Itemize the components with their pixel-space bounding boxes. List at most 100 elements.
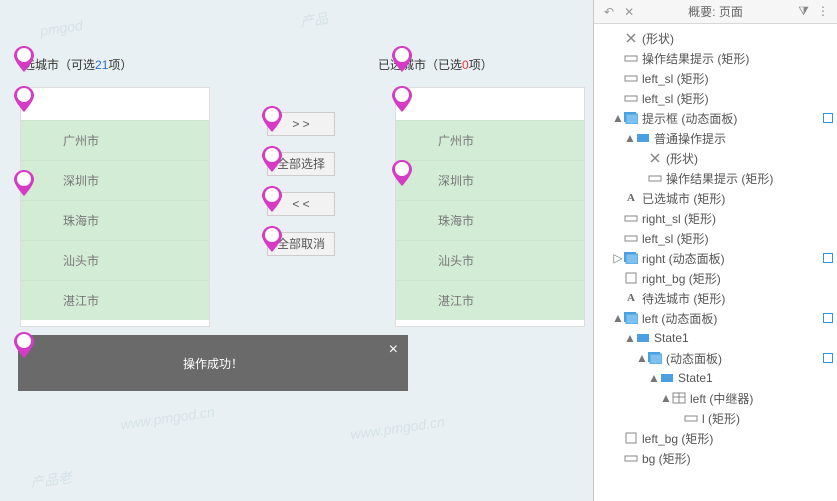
tree-row[interactable]: ▲ left (动态面板) <box>594 308 837 328</box>
tree-row[interactable]: bg (矩形) <box>594 448 837 468</box>
tree-row[interactable]: ▲ State1 <box>594 328 837 348</box>
outline-panel: ↶ ✕ 概要: 页面 ⧩ ⋮ (形状)操作结果提示 (矩形)left_sl (矩… <box>593 0 837 501</box>
outline-tree[interactable]: (形状)操作结果提示 (矩形)left_sl (矩形)left_sl (矩形)▲… <box>594 24 837 501</box>
tree-label: right_bg (矩形) <box>642 270 721 287</box>
undo-icon[interactable]: ↶ <box>604 5 614 19</box>
annotation-marker: 6 <box>262 186 282 212</box>
toast-close-icon[interactable]: × <box>389 341 398 359</box>
tree-row[interactable]: 操作结果提示 (矩形) <box>594 168 837 188</box>
widget-icon <box>648 351 662 365</box>
tree-row[interactable]: ▷ right (动态面板) <box>594 248 837 268</box>
tree-label: left (中继器) <box>690 390 753 407</box>
widget-icon <box>624 211 638 225</box>
tree-label: 操作结果提示 (矩形) <box>642 50 749 67</box>
svg-text:8: 8 <box>399 50 405 61</box>
tree-toggle-icon[interactable]: ▲ <box>636 351 648 365</box>
svg-text:3: 3 <box>21 174 27 185</box>
widget-icon <box>648 171 662 185</box>
panel-header: ↶ ✕ 概要: 页面 ⧩ ⋮ <box>594 0 837 24</box>
tree-row[interactable]: A待选城市 (矩形) <box>594 288 837 308</box>
tree-toggle-icon[interactable]: ▲ <box>648 371 660 385</box>
svg-text:5: 5 <box>269 150 275 161</box>
list-item[interactable]: 湛江市 <box>21 280 209 320</box>
svg-text:4: 4 <box>269 110 275 121</box>
available-list[interactable]: 广州市深圳市珠海市汕头市湛江市 <box>20 87 210 327</box>
tree-label: right (动态面板) <box>642 250 725 267</box>
widget-icon <box>636 331 650 345</box>
widget-icon <box>624 431 638 445</box>
tree-label: (形状) <box>642 30 674 47</box>
tree-label: left_sl (矩形) <box>642 230 709 247</box>
more-icon[interactable]: ⋮ <box>817 4 829 19</box>
tree-label: State1 <box>654 331 689 345</box>
annotation-marker: 10 <box>392 160 412 186</box>
tree-row[interactable]: ▲ 普通操作提示 <box>594 128 837 148</box>
widget-icon <box>624 31 638 45</box>
toast: 操作成功！ × <box>18 335 408 391</box>
widget-icon <box>624 251 638 265</box>
tree-row[interactable]: left_sl (矩形) <box>594 88 837 108</box>
annotation-marker: 7 <box>262 226 282 252</box>
tree-row[interactable]: ▲(动态面板) <box>594 348 837 368</box>
tree-row[interactable]: (形状) <box>594 28 837 48</box>
list-item[interactable]: 珠海市 <box>396 200 584 240</box>
tree-toggle-icon[interactable]: ▲ <box>612 311 624 325</box>
tree-row[interactable]: (形状) <box>594 148 837 168</box>
annotation-marker: 9 <box>392 86 412 112</box>
widget-icon <box>660 371 674 385</box>
list-item[interactable]: 湛江市 <box>396 280 584 320</box>
tree-row[interactable]: left_sl (矩形) <box>594 68 837 88</box>
tree-row[interactable]: ▲ left (中继器) <box>594 388 837 408</box>
tree-label: 待选城市 (矩形) <box>642 290 725 307</box>
list-item[interactable]: 珠海市 <box>21 200 209 240</box>
list-item[interactable]: 广州市 <box>396 120 584 160</box>
annotation-marker: 3 <box>14 170 34 196</box>
tree-label: l (矩形) <box>702 410 740 427</box>
visibility-toggle[interactable] <box>823 253 833 263</box>
list-item[interactable]: 深圳市 <box>396 160 584 200</box>
svg-text:2: 2 <box>21 90 27 101</box>
svg-text:7: 7 <box>269 230 275 241</box>
tree-row[interactable]: 操作结果提示 (矩形) <box>594 48 837 68</box>
list-item[interactable]: 深圳市 <box>21 160 209 200</box>
widget-icon <box>624 271 638 285</box>
annotation-marker: 5 <box>262 146 282 172</box>
widget-icon <box>636 131 650 145</box>
tree-row[interactable]: left_bg (矩形) <box>594 428 837 448</box>
tree-label: left (动态面板) <box>642 310 717 327</box>
tree-toggle-icon[interactable]: ▲ <box>624 331 636 345</box>
annotation-marker: 4 <box>262 106 282 132</box>
svg-text:6: 6 <box>269 190 275 201</box>
tree-toggle-icon[interactable]: ▲ <box>660 391 672 405</box>
list-item[interactable]: 广州市 <box>21 120 209 160</box>
visibility-toggle[interactable] <box>823 113 833 123</box>
tree-toggle-icon[interactable]: ▲ <box>612 111 624 125</box>
tree-label: State1 <box>678 371 713 385</box>
close-icon[interactable]: ✕ <box>624 5 634 19</box>
tree-row[interactable]: l (矩形) <box>594 408 837 428</box>
tree-label: 普通操作提示 <box>654 130 726 147</box>
selected-list[interactable]: 广州市深圳市珠海市汕头市湛江市 <box>395 87 585 327</box>
tree-row[interactable]: ▲ State1 <box>594 368 837 388</box>
tree-row[interactable]: right_bg (矩形) <box>594 268 837 288</box>
filter-icon[interactable]: ⧩ <box>798 4 809 19</box>
tree-row[interactable]: A已选城市 (矩形) <box>594 188 837 208</box>
annotation-marker: 2 <box>14 86 34 112</box>
tree-row[interactable]: ▲提示框 (动态面板) <box>594 108 837 128</box>
tree-row[interactable]: right_sl (矩形) <box>594 208 837 228</box>
tree-label: 操作结果提示 (矩形) <box>666 170 773 187</box>
list-item[interactable]: 汕头市 <box>396 240 584 280</box>
visibility-toggle[interactable] <box>823 353 833 363</box>
tree-row[interactable]: left_sl (矩形) <box>594 228 837 248</box>
tree-toggle-icon[interactable]: ▷ <box>612 251 624 265</box>
tree-toggle-icon[interactable]: ▲ <box>624 131 636 145</box>
tree-label: left_bg (矩形) <box>642 430 713 447</box>
annotation-marker: 11 <box>14 332 34 358</box>
list-item[interactable]: 汕头市 <box>21 240 209 280</box>
tree-label: 已选城市 (矩形) <box>642 190 725 207</box>
visibility-toggle[interactable] <box>823 313 833 323</box>
widget-icon <box>624 311 638 325</box>
svg-text:11: 11 <box>19 336 30 347</box>
panel-title: 概要: 页面 <box>688 3 743 20</box>
tree-label: left_sl (矩形) <box>642 90 709 107</box>
